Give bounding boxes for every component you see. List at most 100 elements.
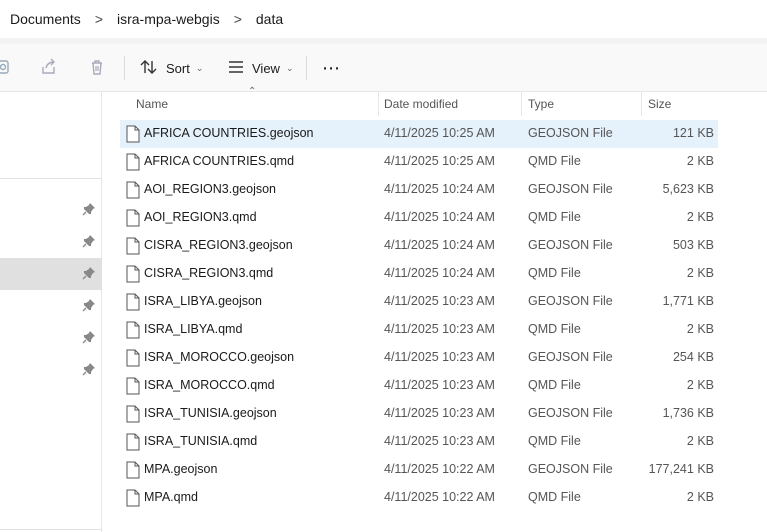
more-button[interactable]: ⋯ <box>322 54 341 82</box>
document-icon <box>126 349 140 367</box>
document-icon <box>126 461 140 479</box>
sidebar-item[interactable] <box>0 354 102 386</box>
sidebar-bottom-divider <box>0 529 102 530</box>
file-size: 2 KB <box>686 490 714 504</box>
file-size: 5,623 KB <box>662 182 714 196</box>
file-name: ISRA_LIBYA.geojson <box>144 294 262 308</box>
column-header-date[interactable]: Date modified <box>384 96 458 116</box>
file-row[interactable]: AOI_REGION3.qmd 4/11/2025 10:24 AM QMD Fil… <box>120 204 718 232</box>
file-size: 2 KB <box>686 154 714 168</box>
breadcrumb-documents[interactable]: Documents <box>10 11 81 27</box>
pin-icon[interactable] <box>82 202 96 216</box>
file-row[interactable]: ISRA_TUNISIA.geojson 4/11/2025 10:23 AM GE… <box>120 400 718 428</box>
file-row[interactable]: MPA.qmd 4/11/2025 10:22 AM QMD File 2 KB <box>120 484 718 512</box>
file-date-modified: 4/11/2025 10:25 AM <box>384 154 495 168</box>
view-button[interactable]: View ⌄ <box>228 54 294 82</box>
file-type: QMD File <box>528 210 581 224</box>
document-icon <box>126 321 140 339</box>
column-resizer[interactable] <box>641 92 642 116</box>
file-row[interactable]: CISRA_REGION3.geojson 4/11/2025 10:24 AM G… <box>120 232 718 260</box>
file-row[interactable]: CISRA_REGION3.qmd 4/11/2025 10:24 AM QMD F… <box>120 260 718 288</box>
file-size: 2 KB <box>686 322 714 336</box>
file-date-modified: 4/11/2025 10:24 AM <box>384 266 495 280</box>
sidebar-item[interactable] <box>0 194 102 226</box>
file-row[interactable]: ISRA_LIBYA.qmd 4/11/2025 10:23 AM QMD File… <box>120 316 718 344</box>
pin-icon[interactable] <box>82 298 96 312</box>
column-resizer[interactable] <box>378 92 379 116</box>
file-name: ISRA_TUNISIA.qmd <box>144 434 258 448</box>
file-size: 121 KB <box>672 126 714 140</box>
address-bar[interactable]: Documents > isra-mpa-webgis > data <box>0 0 767 38</box>
file-type: GEOJSON File <box>528 406 613 420</box>
file-type: QMD File <box>528 490 581 504</box>
document-icon <box>126 433 140 451</box>
pin-icon[interactable] <box>82 266 96 280</box>
file-size: 503 KB <box>672 238 714 252</box>
toolbar-separator <box>306 56 307 80</box>
breadcrumb-separator-1[interactable]: > <box>95 11 103 27</box>
file-row[interactable]: ISRA_TUNISIA.qmd 4/11/2025 10:23 AM QMD Fi… <box>120 428 718 456</box>
file-row[interactable]: ISRA_LIBYA.geojson 4/11/2025 10:23 AM GEOJ… <box>120 288 718 316</box>
file-size: 1,771 KB <box>662 294 714 308</box>
file-list: ⌃ Name Date modified Type Size AFRICA CO… <box>118 86 767 512</box>
file-name: AFRICA COUNTRIES.qmd <box>144 154 295 168</box>
file-date-modified: 4/11/2025 10:24 AM <box>384 182 495 196</box>
sort-button[interactable]: Sort ⌄ <box>140 54 203 82</box>
file-row[interactable]: MPA.geojson 4/11/2025 10:22 AM GEOJSON Fil… <box>120 456 718 484</box>
file-date-modified: 4/11/2025 10:23 AM <box>384 406 495 420</box>
sort-ascending-icon: ⌃ <box>248 86 257 97</box>
file-date-modified: 4/11/2025 10:22 AM <box>384 462 495 476</box>
file-date-modified: 4/11/2025 10:25 AM <box>384 126 495 140</box>
file-row[interactable]: AOI_REGION3.geojson 4/11/2025 10:24 AM GEO… <box>120 176 718 204</box>
sidebar-item[interactable] <box>0 226 102 258</box>
file-size: 2 KB <box>686 434 714 448</box>
file-explorer-window: Documents > isra-mpa-webgis > data Sort … <box>0 0 767 532</box>
document-icon <box>126 377 140 395</box>
file-type: GEOJSON File <box>528 350 613 364</box>
sidebar-item[interactable] <box>0 322 102 354</box>
file-row[interactable]: AFRICA COUNTRIES.geojson 4/11/2025 10:25 … <box>120 120 718 148</box>
column-header-name[interactable]: Name <box>136 96 168 116</box>
document-icon <box>126 209 140 227</box>
column-header-type[interactable]: Type <box>528 96 554 116</box>
file-name: CISRA_REGION3.geojson <box>144 238 293 252</box>
file-row[interactable]: AFRICA COUNTRIES.qmd 4/11/2025 10:25 AM QM… <box>120 148 718 176</box>
document-icon <box>126 181 140 199</box>
document-icon <box>126 153 140 171</box>
file-name: MPA.qmd <box>144 490 198 504</box>
pin-icon[interactable] <box>82 234 96 248</box>
file-name: ISRA_LIBYA.qmd <box>144 322 243 336</box>
document-icon <box>126 265 140 283</box>
chevron-down-icon: ⌄ <box>195 62 204 73</box>
delete-icon[interactable] <box>86 56 108 78</box>
file-date-modified: 4/11/2025 10:24 AM <box>384 238 495 252</box>
sidebar-item[interactable] <box>0 290 102 322</box>
column-header-size[interactable]: Size <box>648 96 671 116</box>
file-date-modified: 4/11/2025 10:23 AM <box>384 350 495 364</box>
file-type: QMD File <box>528 322 581 336</box>
share-icon[interactable] <box>38 56 60 78</box>
file-name: ISRA_MOROCCO.geojson <box>144 350 295 364</box>
navigation-pane <box>0 92 102 532</box>
file-type: GEOJSON File <box>528 462 613 476</box>
pin-icon[interactable] <box>82 330 96 344</box>
sidebar-item-selected[interactable] <box>0 258 102 290</box>
column-resizer[interactable] <box>521 92 522 116</box>
document-icon <box>126 293 140 311</box>
file-row[interactable]: ISRA_MOROCCO.geojson 4/11/2025 10:23 AM GE… <box>120 344 718 372</box>
breadcrumb-separator-2[interactable]: > <box>234 11 242 27</box>
view-icon <box>228 60 244 77</box>
document-icon <box>126 125 140 143</box>
file-type: GEOJSON File <box>528 182 613 196</box>
share-partial-icon[interactable] <box>0 56 16 78</box>
column-header-row: ⌃ Name Date modified Type Size <box>118 86 767 118</box>
file-row[interactable]: ISRA_MOROCCO.qmd 4/11/2025 10:23 AM QMD Fi… <box>120 372 718 400</box>
file-date-modified: 4/11/2025 10:23 AM <box>384 434 495 448</box>
file-date-modified: 4/11/2025 10:23 AM <box>384 294 495 308</box>
pin-icon[interactable] <box>82 362 96 376</box>
document-icon <box>126 237 140 255</box>
file-type: GEOJSON File <box>528 294 613 308</box>
file-size: 254 KB <box>672 350 714 364</box>
breadcrumb-isra-mpa-webgis[interactable]: isra-mpa-webgis <box>117 11 220 27</box>
breadcrumb-data[interactable]: data <box>256 11 283 27</box>
